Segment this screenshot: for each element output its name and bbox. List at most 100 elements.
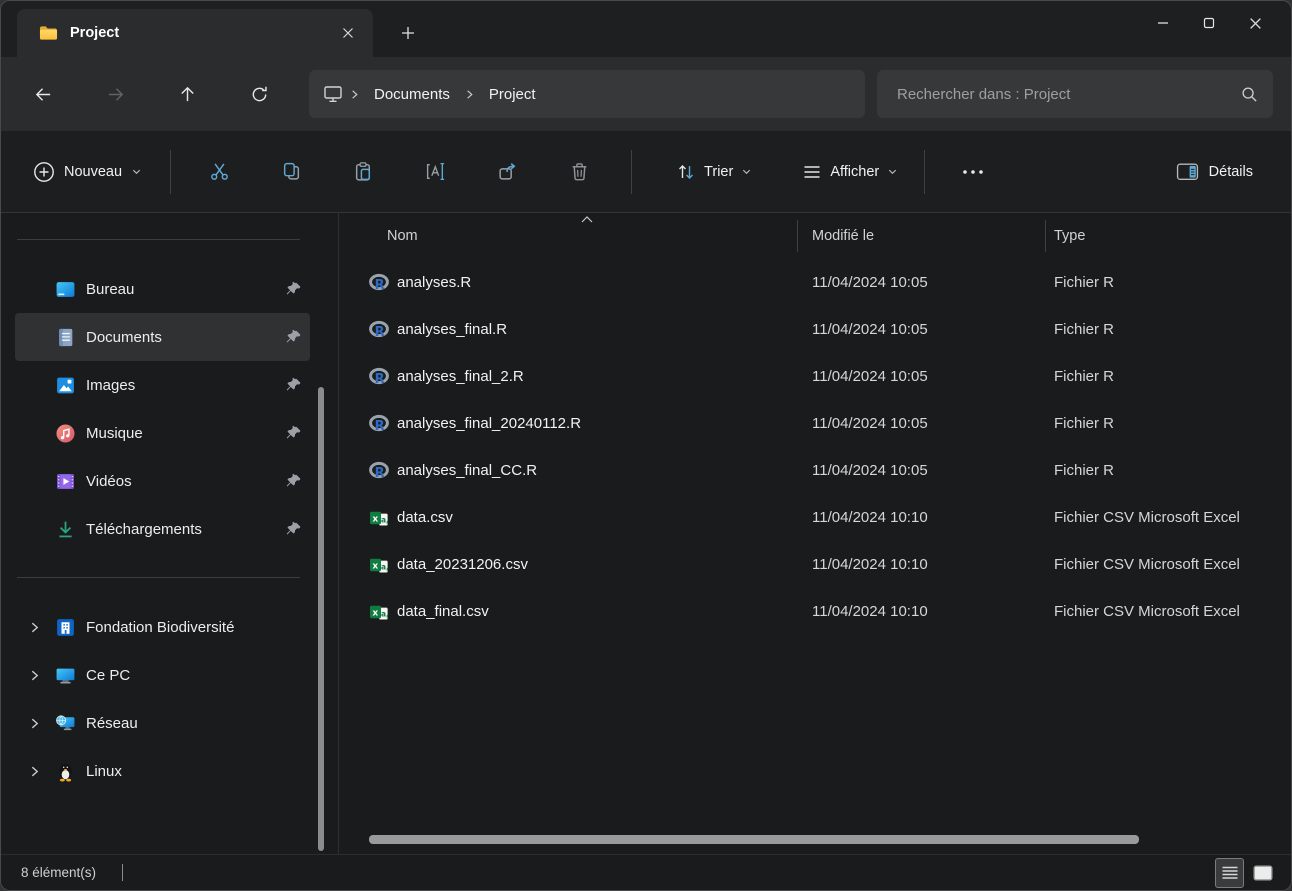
search-icon[interactable]: [1240, 85, 1259, 104]
details-pane-icon: [1176, 161, 1199, 182]
search-box[interactable]: [877, 70, 1273, 118]
toolbar-divider: [170, 150, 171, 194]
sidebar-item-label: Ce PC: [86, 667, 130, 684]
sidebar-item-ce-pc[interactable]: Ce PC: [15, 651, 310, 699]
r-file-icon: [369, 414, 389, 434]
explorer-tab[interactable]: Project: [17, 9, 373, 57]
pin-icon: [286, 474, 301, 489]
item-count: 8 élément(s): [21, 865, 96, 880]
plus-icon: [401, 26, 415, 40]
file-type: Fichier R: [1045, 368, 1291, 385]
rename-icon: [425, 161, 446, 182]
navigation-sidebar: Bureau Documents Images: [1, 213, 339, 854]
file-row[interactable]: analyses_final_CC.R 11/04/2024 10:05 Fic…: [339, 447, 1291, 494]
forward-arrow-icon: [106, 85, 125, 104]
sidebar-scrollbar[interactable]: [318, 387, 324, 851]
more-options-button[interactable]: [951, 150, 995, 194]
sidebar-item-label: Téléchargements: [86, 521, 202, 538]
this-pc-icon[interactable]: [323, 84, 343, 104]
file-row[interactable]: analyses_final_20240112.R 11/04/2024 10:…: [339, 400, 1291, 447]
copy-button[interactable]: [269, 150, 313, 194]
file-list-pane: Nom Modifié le Type analyses.R 11/04/202…: [339, 213, 1291, 854]
sidebar-item-images[interactable]: Images: [15, 361, 310, 409]
horizontal-scrollbar[interactable]: [369, 835, 1139, 844]
search-input[interactable]: [897, 86, 1240, 103]
sidebar-item-label: Vidéos: [86, 473, 132, 490]
file-row[interactable]: analyses_final_2.R 11/04/2024 10:05 Fich…: [339, 353, 1291, 400]
sidebar-item-fondation-biodiversite[interactable]: Fondation Biodiversité: [15, 603, 310, 651]
breadcrumb-item-project[interactable]: Project: [481, 82, 544, 107]
expand-chevron-icon[interactable]: [15, 669, 54, 682]
file-name: analyses.R: [397, 274, 471, 291]
copy-icon: [281, 161, 302, 182]
delete-button[interactable]: [557, 150, 601, 194]
sidebar-item-label: Images: [86, 377, 135, 394]
thumbnail-view-icon: [1253, 865, 1273, 881]
sidebar-item-label: Réseau: [86, 715, 138, 732]
file-modified: 11/04/2024 10:10: [797, 556, 1045, 573]
excel-csv-file-icon: [369, 555, 389, 575]
column-header-name[interactable]: Nom: [339, 213, 797, 259]
column-header-modified[interactable]: Modifié le: [797, 213, 1045, 259]
sidebar-item-documents[interactable]: Documents: [15, 313, 310, 361]
chevron-down-icon: [887, 166, 898, 177]
expand-chevron-icon[interactable]: [15, 765, 54, 778]
expand-chevron-icon[interactable]: [15, 621, 54, 634]
new-tab-button[interactable]: [391, 16, 425, 50]
view-toggles: [1215, 858, 1277, 888]
tab-close-button[interactable]: [333, 18, 363, 48]
sort-button[interactable]: Trier: [666, 150, 762, 194]
file-type: Fichier R: [1045, 462, 1291, 479]
file-row[interactable]: analyses_final.R 11/04/2024 10:05 Fichie…: [339, 306, 1291, 353]
up-button[interactable]: [165, 72, 209, 116]
view-button[interactable]: Afficher: [792, 150, 908, 194]
file-row[interactable]: data_final.csv 11/04/2024 10:10 Fichier …: [339, 588, 1291, 635]
file-name: data_20231206.csv: [397, 556, 528, 573]
file-name: analyses_final.R: [397, 321, 507, 338]
cut-button[interactable]: [197, 150, 241, 194]
organization-building-icon: [54, 616, 76, 638]
column-header-type[interactable]: Type: [1045, 213, 1291, 259]
share-button[interactable]: [485, 150, 529, 194]
maximize-button[interactable]: [1186, 1, 1232, 45]
expand-chevron-icon[interactable]: [15, 717, 54, 730]
back-arrow-icon: [34, 85, 53, 104]
file-type: Fichier CSV Microsoft Excel: [1045, 603, 1291, 620]
breadcrumb-chevron-icon: [349, 89, 360, 100]
sidebar-item-linux[interactable]: Linux: [15, 747, 310, 795]
sidebar-item-reseau[interactable]: Réseau: [15, 699, 310, 747]
minimize-button[interactable]: [1140, 1, 1186, 45]
paste-button[interactable]: [341, 150, 385, 194]
details-view-toggle[interactable]: [1215, 858, 1244, 888]
new-button[interactable]: Nouveau: [21, 150, 154, 194]
breadcrumb-item-documents[interactable]: Documents: [366, 82, 458, 107]
back-button[interactable]: [21, 72, 65, 116]
maximize-icon: [1203, 17, 1215, 29]
details-pane-button[interactable]: Détails: [1166, 150, 1263, 194]
file-name: analyses_final_2.R: [397, 368, 524, 385]
music-icon: [54, 422, 76, 444]
file-row[interactable]: analyses.R 11/04/2024 10:05 Fichier R: [339, 259, 1291, 306]
sidebar-tree-section: Fondation Biodiversité Ce PC Réseau Linu…: [1, 578, 338, 819]
list-view-icon: [1221, 865, 1239, 881]
sidebar-item-bureau[interactable]: Bureau: [15, 265, 310, 313]
file-modified: 11/04/2024 10:05: [797, 368, 1045, 385]
refresh-button[interactable]: [237, 72, 281, 116]
sidebar-item-label: Documents: [86, 329, 162, 346]
sidebar-item-videos[interactable]: Vidéos: [15, 457, 310, 505]
sidebar-item-telechargements[interactable]: Téléchargements: [15, 505, 310, 553]
large-icons-view-toggle[interactable]: [1248, 858, 1277, 888]
file-row[interactable]: data_20231206.csv 11/04/2024 10:10 Fichi…: [339, 541, 1291, 588]
desktop-icon: [54, 278, 76, 300]
rename-button[interactable]: [413, 150, 457, 194]
paste-icon: [353, 161, 374, 182]
status-bar: 8 élément(s): [1, 854, 1291, 890]
forward-button[interactable]: [93, 72, 137, 116]
file-type: Fichier R: [1045, 321, 1291, 338]
downloads-icon: [54, 518, 76, 540]
chevron-down-icon: [741, 166, 752, 177]
file-modified: 11/04/2024 10:10: [797, 603, 1045, 620]
file-row[interactable]: data.csv 11/04/2024 10:10 Fichier CSV Mi…: [339, 494, 1291, 541]
sidebar-item-musique[interactable]: Musique: [15, 409, 310, 457]
close-window-button[interactable]: [1232, 1, 1278, 45]
